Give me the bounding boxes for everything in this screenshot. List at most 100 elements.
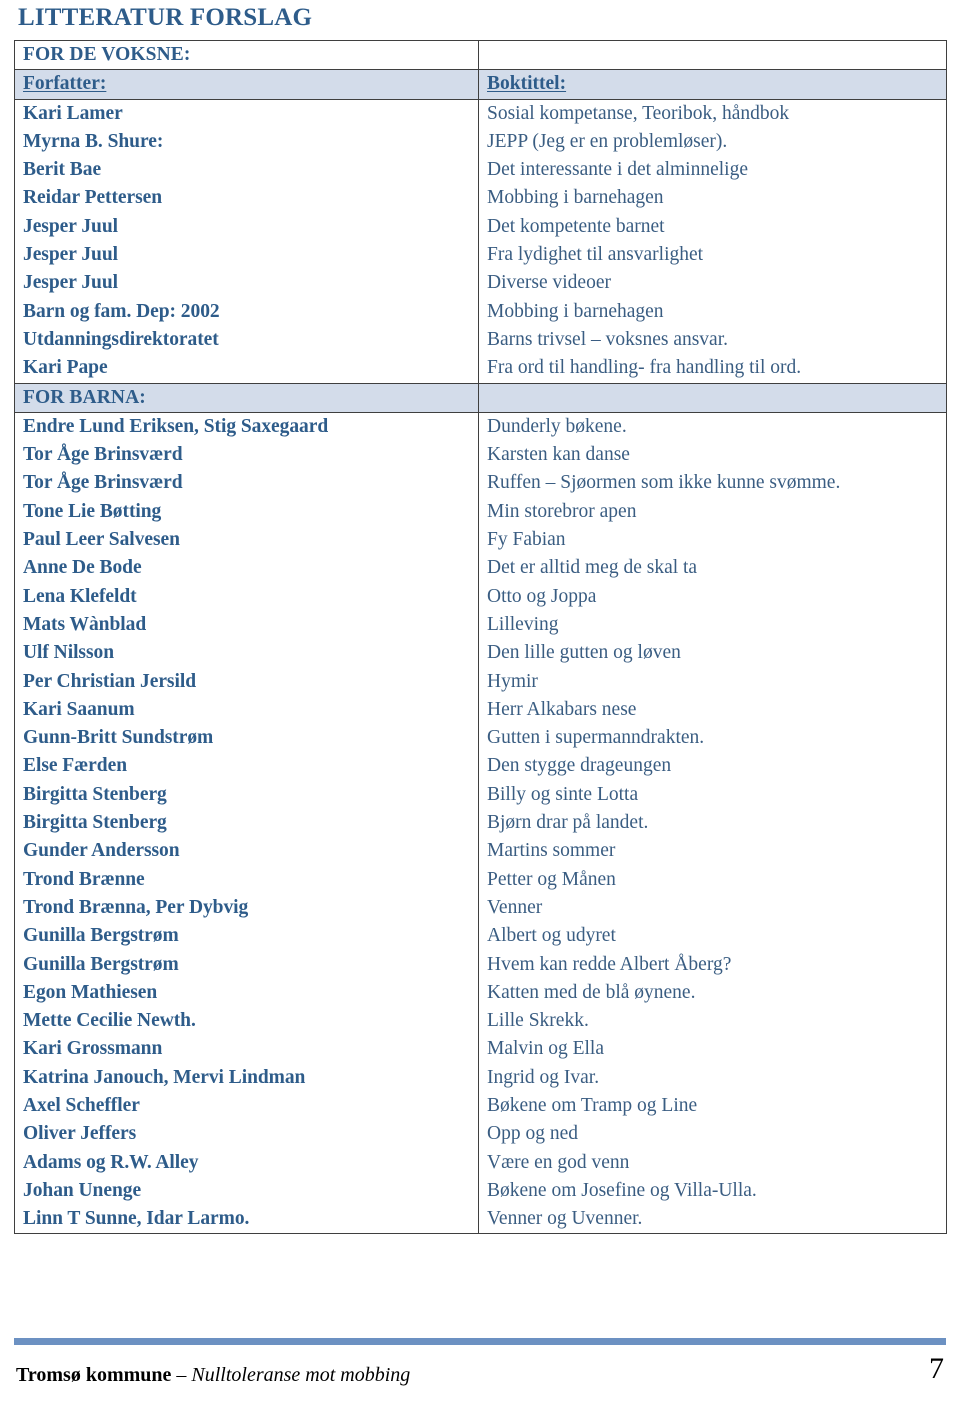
table-row: Gutten i supermanndrakten. xyxy=(487,727,705,749)
section-label-children: FOR BARNA: xyxy=(23,386,146,408)
page-title: LITTERATUR FORSLAG xyxy=(18,4,313,31)
section-header-cell-adults-empty xyxy=(478,39,947,71)
table-row: Gunder Andersson xyxy=(23,840,180,862)
section-header-row-children: FOR BARNA: xyxy=(14,382,947,413)
table-row: Utdanningsdirektoratet xyxy=(23,328,219,350)
children-authors-cell: Endre Lund Eriksen, Stig Saxegaard Tor Åg… xyxy=(14,411,479,1235)
table-row: Anne De Bode xyxy=(23,557,142,579)
table-row: Jesper Juul xyxy=(23,244,118,266)
footer-organization: Tromsø kommune xyxy=(16,1364,172,1386)
table-row: Gunn-Britt Sundstrøm xyxy=(23,727,214,749)
section-header-cell-children: FOR BARNA: xyxy=(14,382,479,413)
table-row: Katrina Janouch, Mervi Lindman xyxy=(23,1066,306,1088)
table-row: Hymir xyxy=(487,670,538,692)
table-row: Mobbing i barnehagen xyxy=(487,187,664,209)
table-row: Barn og fam. Dep: 2002 xyxy=(23,300,220,322)
table-row: Opp og ned xyxy=(487,1123,578,1145)
table-row: Oliver Jeffers xyxy=(23,1123,137,1145)
children-content-row: Endre Lund Eriksen, Stig Saxegaard Tor Åg… xyxy=(14,411,947,1235)
table-row: Johan Unenge xyxy=(23,1179,142,1201)
section-label-adults: FOR DE VOKSNE: xyxy=(23,44,191,65)
table-row: Berit Bae xyxy=(23,159,102,181)
table-row: Paul Leer Salvesen xyxy=(23,529,180,551)
document-page: LITTERATUR FORSLAG FOR DE VOKSNE: Forfat… xyxy=(0,0,960,1401)
column-header-cell-author: Forfatter: xyxy=(14,69,479,100)
table-row: Ulf Nilsson xyxy=(23,642,115,664)
table-row: Venner xyxy=(487,896,543,918)
table-row: Mobbing i barnehagen xyxy=(487,300,664,322)
table-row: Egon Mathiesen xyxy=(23,981,158,1003)
table-row: Dunderly bøkene. xyxy=(487,415,627,437)
adults-titles-cell: Sosial kompetanse, Teoribok, håndbok JEPP… xyxy=(478,98,947,384)
table-row: Gunilla Bergstrøm xyxy=(23,925,179,947)
table-row: Kari Lamer xyxy=(23,102,123,124)
children-titles-cell: Dunderly bøkene. Karsten kan danse Ruffen … xyxy=(478,411,947,1235)
section-header-cell-children-empty xyxy=(478,382,947,413)
section-header-cell-adults: FOR DE VOKSNE: xyxy=(14,39,479,71)
table-row: Bøkene om Josefine og Villa-Ulla. xyxy=(487,1179,757,1201)
table-row: Myrna B. Shure: xyxy=(23,130,164,152)
footer: Tromsø kommune – Nulltoleranse mot mobbi… xyxy=(16,1362,410,1388)
column-header-cell-title: Boktittel: xyxy=(478,69,947,100)
table-row: Otto og Joppa xyxy=(487,585,597,607)
table-row: Trond Brænna, Per Dybvig xyxy=(23,896,249,918)
table-row: Petter og Månen xyxy=(487,868,616,890)
table-row: Mette Cecilie Newth. xyxy=(23,1010,196,1032)
adults-authors-cell: Kari Lamer Myrna B. Shure: Berit Bae Reidar… xyxy=(14,98,479,384)
table-row: Diverse videoer xyxy=(487,272,611,294)
table-row: Endre Lund Eriksen, Stig Saxegaard xyxy=(23,415,329,437)
table-row: Den stygge drageungen xyxy=(487,755,672,777)
table-row: Jesper Juul xyxy=(23,272,118,294)
table-row: Else Færden xyxy=(23,755,127,777)
table-row: Tor Åge Brinsværd xyxy=(23,444,183,466)
table-row: Det kompetente barnet xyxy=(487,215,665,237)
table-row: Katten med de blå øynene. xyxy=(487,981,696,1003)
column-header-title: Boktittel: xyxy=(487,73,567,95)
table-row: Tor Åge Brinsværd xyxy=(23,472,183,494)
literature-suggestions-table: FOR DE VOKSNE: Forfatter: Boktittel: Kar… xyxy=(14,39,947,1235)
table-row: Lille Skrekk. xyxy=(487,1010,589,1032)
table-row: Albert og udyret xyxy=(487,925,616,947)
table-row: Det interessante i det alminnelige xyxy=(487,159,748,181)
table-row: Karsten kan danse xyxy=(487,444,630,466)
table-row: Linn T Sunne, Idar Larmo. xyxy=(23,1208,250,1230)
table-row: Fy Fabian xyxy=(487,529,566,551)
table-row: Axel Scheffler xyxy=(23,1094,140,1116)
table-row: Hvem kan redde Albert Åberg? xyxy=(487,953,732,975)
table-row: JEPP (Jeg er en problemløser). xyxy=(487,130,728,152)
table-row: Kari Saanum xyxy=(23,698,135,720)
table-row: Bjørn drar på landet. xyxy=(487,812,649,834)
table-row: Birgitta Stenberg xyxy=(23,812,167,834)
table-row: Det er alltid meg de skal ta xyxy=(487,557,698,579)
table-row: Jesper Juul xyxy=(23,215,118,237)
table-row: Martins sommer xyxy=(487,840,616,862)
table-row: Fra lydighet til ansvarlighet xyxy=(487,244,704,266)
table-row: Min storebror apen xyxy=(487,500,637,522)
table-row: Være en god venn xyxy=(487,1151,630,1173)
table-row: Lilleving xyxy=(487,613,559,635)
table-row: Adams og R.W. Alley xyxy=(23,1151,199,1173)
table-row: Lena Klefeldt xyxy=(23,585,137,607)
table-row: Per Christian Jersild xyxy=(23,670,196,692)
footer-separator: – xyxy=(171,1364,192,1386)
table-row: Bøkene om Tramp og Line xyxy=(487,1094,698,1116)
section-header-row-adults: FOR DE VOKSNE: xyxy=(14,39,947,71)
table-row: Ingrid og Ivar. xyxy=(487,1066,600,1088)
table-row: Mats Wànblad xyxy=(23,613,147,635)
table-row: Billy og sinte Lotta xyxy=(487,783,639,805)
footer-divider-rule xyxy=(14,1338,946,1345)
table-row: Herr Alkabars nese xyxy=(487,698,637,720)
table-row: Venner og Uvenner. xyxy=(487,1208,643,1230)
table-row: Reidar Pettersen xyxy=(23,187,163,209)
adults-content-row: Kari Lamer Myrna B. Shure: Berit Bae Reidar… xyxy=(14,98,947,384)
table-row: Trond Brænne xyxy=(23,868,145,890)
table-row: Barns trivsel – voksnes ansvar. xyxy=(487,328,729,350)
table-row: Den lille gutten og løven xyxy=(487,642,681,664)
table-row: Birgitta Stenberg xyxy=(23,783,167,805)
table-row: Kari Pape xyxy=(23,357,108,379)
table-row: Malvin og Ella xyxy=(487,1038,604,1060)
footer-tagline: Nulltoleranse mot mobbing xyxy=(191,1364,411,1386)
column-header-author: Forfatter: xyxy=(23,73,107,95)
page-number: 7 xyxy=(929,1352,944,1385)
table-row: Fra ord til handling- fra handling til o… xyxy=(487,357,802,379)
